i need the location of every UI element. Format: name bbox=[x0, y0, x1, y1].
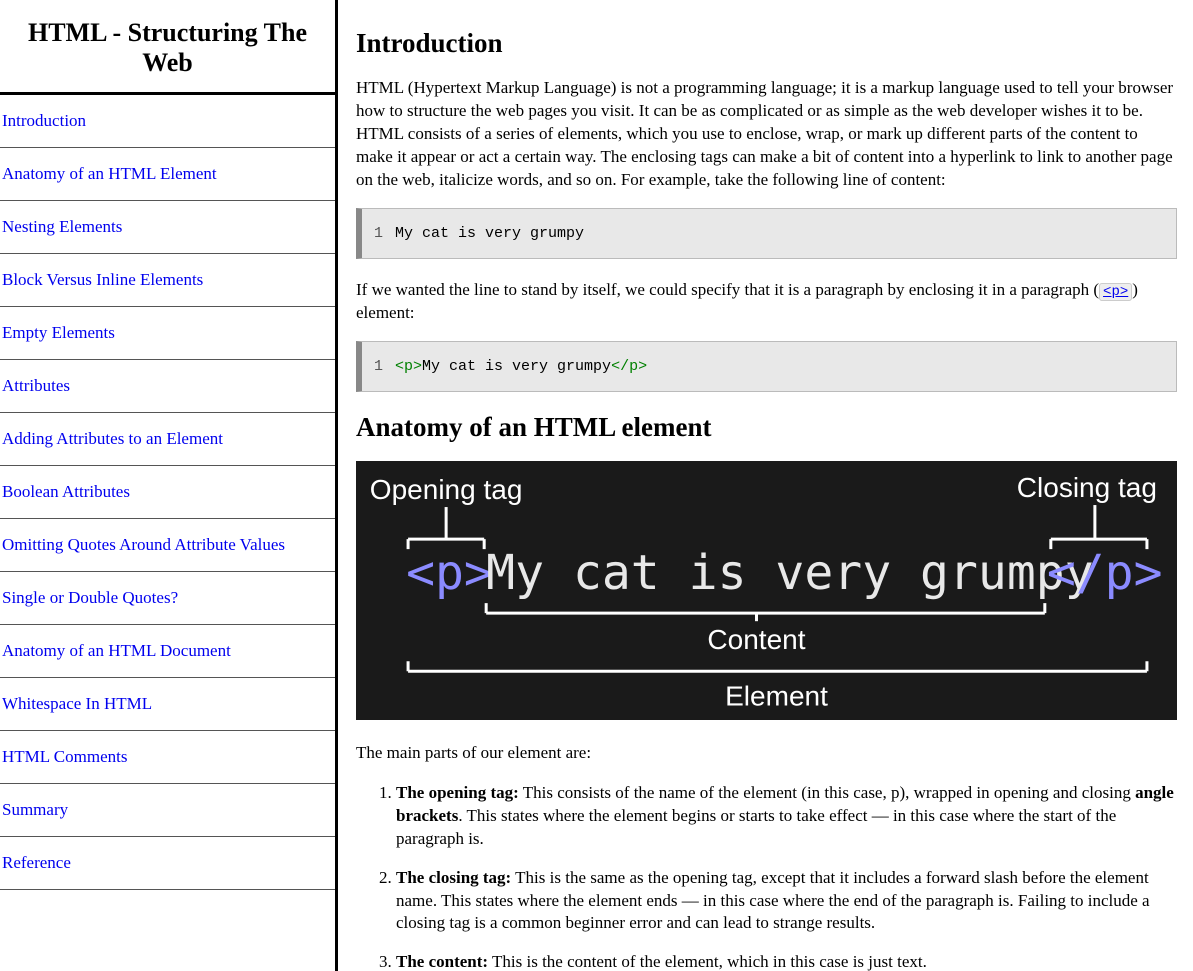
line-number: 1 bbox=[374, 225, 383, 242]
code-block-plain: 1 My cat is very grumpy bbox=[356, 208, 1177, 259]
svg-text:<p>: <p> bbox=[406, 545, 493, 601]
diagram-svg: Opening tag Closing tag <p> My cat is ve… bbox=[356, 461, 1177, 715]
nav-item-attributes[interactable]: Attributes bbox=[0, 360, 335, 413]
nav-item-comments[interactable]: HTML Comments bbox=[0, 731, 335, 784]
parts-list: The opening tag: This consists of the na… bbox=[356, 782, 1177, 971]
code-open-tag: <p> bbox=[395, 358, 422, 375]
svg-text:Closing tag: Closing tag bbox=[1017, 472, 1157, 503]
inline-code-p-tag[interactable]: <p> bbox=[1099, 283, 1132, 301]
svg-text:My cat is very grumpy: My cat is very grumpy bbox=[486, 545, 1093, 601]
nav-item-summary[interactable]: Summary bbox=[0, 784, 335, 837]
parts-intro: The main parts of our element are: bbox=[356, 742, 1177, 765]
nav-item-whitespace[interactable]: Whitespace In HTML bbox=[0, 678, 335, 731]
nav-item-boolean[interactable]: Boolean Attributes bbox=[0, 466, 335, 519]
nav-item-nesting[interactable]: Nesting Elements bbox=[0, 201, 335, 254]
intro-paragraph-2: If we wanted the line to stand by itself… bbox=[356, 279, 1177, 325]
anatomy-diagram: Opening tag Closing tag <p> My cat is ve… bbox=[356, 461, 1177, 720]
heading-introduction: Introduction bbox=[356, 28, 1177, 59]
code-block-wrapped: 1 <p>My cat is very grumpy</p> bbox=[356, 341, 1177, 392]
heading-anatomy: Anatomy of an HTML element bbox=[356, 412, 1177, 443]
sidebar-title: HTML - Structuring The Web bbox=[0, 0, 335, 95]
part-closing-tag: The closing tag: This is the same as the… bbox=[396, 867, 1177, 936]
nav-item-anatomy-element[interactable]: Anatomy of an HTML Element bbox=[0, 148, 335, 201]
sidebar: HTML - Structuring The Web Introduction … bbox=[0, 0, 338, 971]
svg-text:</p>: </p> bbox=[1047, 545, 1163, 601]
part-opening-tag: The opening tag: This consists of the na… bbox=[396, 782, 1177, 851]
nav-item-empty[interactable]: Empty Elements bbox=[0, 307, 335, 360]
part-content: The content: This is the content of the … bbox=[396, 951, 1177, 971]
code-content: My cat is very grumpy bbox=[422, 358, 611, 375]
intro-paragraph-1: HTML (Hypertext Markup Language) is not … bbox=[356, 77, 1177, 192]
main-content: Introduction HTML (Hypertext Markup Lang… bbox=[338, 0, 1193, 971]
nav-item-introduction[interactable]: Introduction bbox=[0, 95, 335, 148]
nav-item-single-double[interactable]: Single or Double Quotes? bbox=[0, 572, 335, 625]
svg-text:Content: Content bbox=[707, 624, 805, 655]
code-text: My cat is very grumpy bbox=[395, 225, 584, 242]
nav-item-block-inline[interactable]: Block Versus Inline Elements bbox=[0, 254, 335, 307]
line-number: 1 bbox=[374, 358, 383, 375]
nav-item-anatomy-document[interactable]: Anatomy of an HTML Document bbox=[0, 625, 335, 678]
svg-text:Element: Element bbox=[725, 680, 828, 711]
svg-text:Opening tag: Opening tag bbox=[370, 474, 523, 505]
code-close-tag: </p> bbox=[611, 358, 647, 375]
nav-item-adding-attributes[interactable]: Adding Attributes to an Element bbox=[0, 413, 335, 466]
nav-item-reference[interactable]: Reference bbox=[0, 837, 335, 890]
nav-item-omitting-quotes[interactable]: Omitting Quotes Around Attribute Values bbox=[0, 519, 335, 572]
